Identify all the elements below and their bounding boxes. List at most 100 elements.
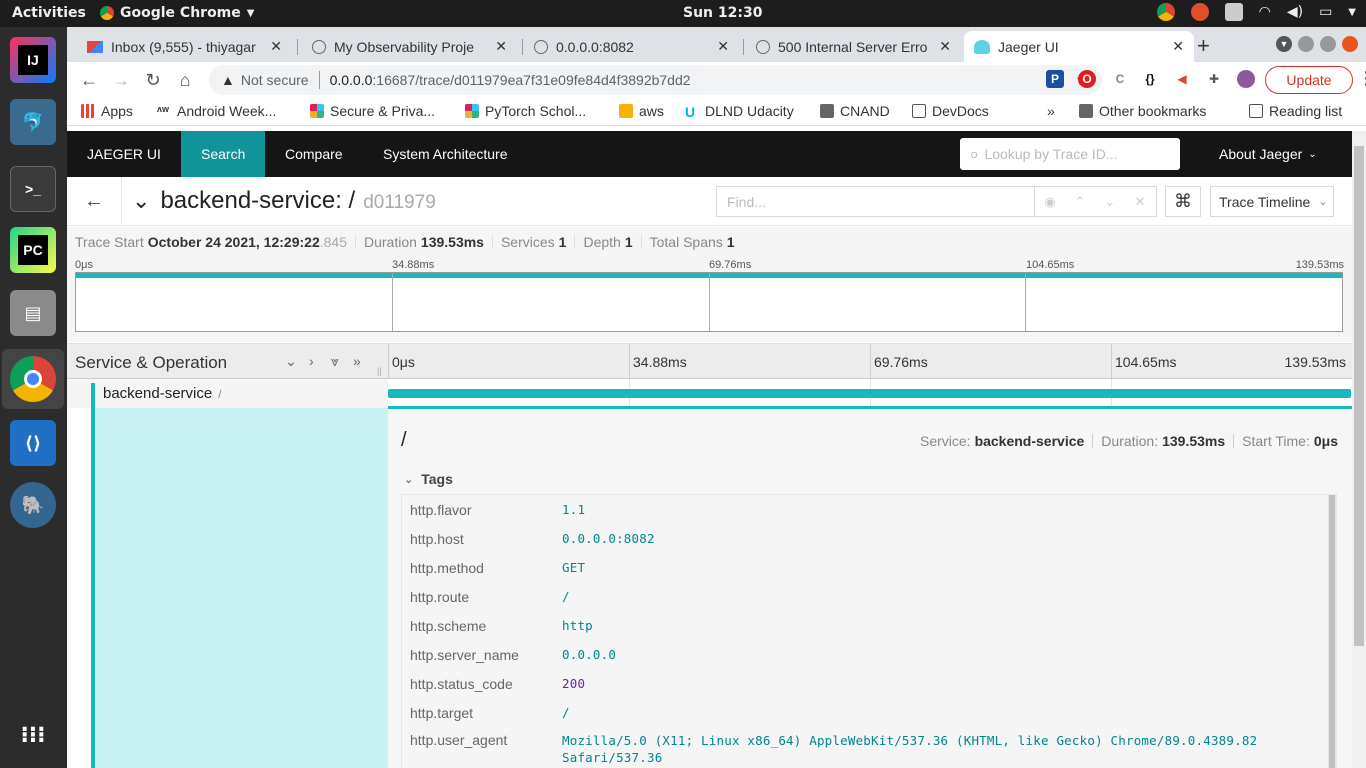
find-locate-icon[interactable]: ◉ — [1035, 194, 1065, 210]
minimap-canvas[interactable] — [75, 272, 1343, 332]
tag-row[interactable]: http.method GET — [402, 553, 1328, 582]
collapse-chevron-icon[interactable]: ⌄ — [132, 188, 150, 214]
intellij-icon[interactable]: IJ — [10, 37, 56, 83]
view-select[interactable]: Trace Timeline ⌄ — [1210, 186, 1334, 217]
vscode-icon[interactable]: ⟨⟩ — [10, 420, 56, 466]
tab-500-error[interactable]: 500 Internal Server Erro ✕ — [746, 31, 961, 62]
tag-row[interactable]: http.server_name 0.0.0.0 — [402, 640, 1328, 669]
activities-button[interactable]: Activities — [12, 5, 86, 21]
files-icon[interactable]: ▤ — [10, 290, 56, 336]
battery-icon[interactable]: ▭ — [1319, 4, 1332, 20]
bookmarks-overflow[interactable]: » — [1047, 103, 1055, 119]
close-icon[interactable]: ✕ — [270, 38, 282, 55]
close-icon[interactable]: ✕ — [717, 38, 729, 55]
tags-scrollbar[interactable] — [1328, 495, 1336, 768]
update-button[interactable]: Update — [1265, 66, 1353, 94]
back-arrow-icon[interactable]: ← — [77, 68, 101, 92]
show-apps-icon[interactable]: ⁝⁝⁝ — [10, 712, 56, 758]
tag-row[interactable]: http.route / — [402, 582, 1328, 611]
collapse-all-icon[interactable]: ⩔ — [331, 353, 339, 370]
forward-arrow-icon[interactable]: → — [109, 68, 133, 92]
new-tab-button[interactable]: + — [1197, 33, 1210, 59]
bookmark-aws[interactable]: aws — [619, 103, 664, 119]
find-input[interactable] — [717, 187, 1035, 216]
expand-one-icon[interactable]: › — [309, 353, 314, 369]
page-scrollbar[interactable] — [1352, 131, 1366, 768]
bookmark-pytorch[interactable]: PyTorch Schol... — [465, 103, 586, 119]
bookmark-devdocs[interactable]: DevDocs — [912, 103, 989, 119]
chrome-tray-icon[interactable] — [1156, 3, 1175, 21]
address-bar[interactable]: ▲ Not secure 0.0.0.0:16687/trace/d011979… — [209, 65, 1102, 95]
find-clear-icon[interactable]: ✕ — [1125, 194, 1155, 210]
chrome-dock-icon[interactable] — [10, 356, 56, 402]
find-prev-icon[interactable]: ⌃ — [1065, 194, 1095, 210]
keyboard-shortcuts-button[interactable]: ⌘ — [1165, 186, 1201, 217]
span-service-name[interactable]: backend-service / — [103, 385, 222, 402]
tag-row[interactable]: http.status_code 200 — [402, 669, 1328, 698]
nav-search[interactable]: Search — [181, 131, 266, 177]
reading-list[interactable]: Reading list — [1249, 103, 1342, 119]
tag-row[interactable]: http.host 0.0.0.0:8082 — [402, 524, 1328, 553]
bookmark-android-weekly[interactable]: ʌw Android Week... — [157, 103, 276, 119]
close-icon[interactable]: ✕ — [1172, 38, 1184, 55]
bookmark-apps[interactable]: Apps — [81, 103, 133, 119]
tab-jaeger-ui[interactable]: Jaeger UI ✕ — [964, 31, 1194, 62]
scrollbar-thumb[interactable] — [1329, 495, 1335, 768]
jaeger-brand-link[interactable]: JAEGER UI — [67, 131, 181, 177]
maximize-icon[interactable] — [1320, 36, 1336, 52]
trace-title[interactable]: ⌄ backend-service: / d011979 — [132, 187, 436, 215]
extension-c-icon[interactable]: C — [1111, 70, 1129, 88]
tag-row[interactable]: http.user_agent Mozilla/5.0 (X11; Linux x… — [402, 727, 1328, 768]
volume-icon[interactable]: ◀) — [1287, 4, 1303, 20]
extension-p-icon[interactable]: P — [1046, 70, 1064, 88]
bookmark-dlnd-udacity[interactable]: U DLND Udacity — [685, 103, 794, 120]
column-resizer[interactable]: || — [377, 366, 382, 376]
bookmark-secure-private[interactable]: Secure & Priva... — [310, 103, 435, 119]
home-icon[interactable]: ⌂ — [173, 68, 197, 92]
trace-id-lookup-input[interactable] — [984, 146, 1165, 162]
minimize-icon[interactable] — [1298, 36, 1314, 52]
trace-minimap[interactable]: 0μs 34.88ms 69.76ms 104.65ms 139.53ms — [67, 257, 1352, 342]
security-label[interactable]: Not secure — [241, 72, 309, 88]
find-next-icon[interactable]: ⌄ — [1095, 194, 1125, 210]
close-window-icon[interactable] — [1342, 36, 1358, 52]
clock[interactable]: Sun 12:30 — [683, 5, 762, 21]
pgadmin-icon[interactable]: 🐘 — [10, 482, 56, 528]
tags-section-toggle[interactable]: ⌄ Tags — [404, 471, 453, 487]
tab-gmail[interactable]: Inbox (9,555) - thiyagar ✕ — [77, 31, 292, 62]
tag-row[interactable]: http.scheme http — [402, 611, 1328, 640]
bookmark-other[interactable]: Other bookmarks — [1079, 103, 1206, 119]
system-tray[interactable]: ◠ ◀) ▭ ▼ — [1156, 3, 1356, 21]
tag-row[interactable]: http.target / — [402, 698, 1328, 727]
back-button[interactable]: ← — [67, 177, 122, 226]
tab-observability[interactable]: My Observability Proje ✕ — [302, 31, 517, 62]
scrollbar-thumb[interactable] — [1354, 146, 1364, 646]
tab-search-icon[interactable]: ▼ — [1276, 36, 1292, 52]
span-name-cell[interactable]: backend-service / — [67, 379, 388, 408]
close-icon[interactable]: ✕ — [495, 38, 507, 55]
power-menu-chevron-icon[interactable]: ▼ — [1348, 7, 1356, 18]
span-row[interactable]: backend-service / — [67, 379, 1352, 408]
collapse-one-icon[interactable]: ⌄ — [285, 353, 297, 370]
extensions-puzzle-icon[interactable]: ✚ — [1205, 70, 1223, 88]
alarm-icon[interactable] — [1190, 3, 1209, 21]
bookmark-cnand[interactable]: CNAND — [820, 103, 890, 119]
pycharm-icon[interactable]: PC — [10, 227, 56, 273]
profile-avatar[interactable] — [1237, 70, 1255, 88]
app-menu[interactable]: Google Chrome ▼ — [100, 5, 254, 21]
chrome-menu-icon[interactable]: ⋮ — [1357, 68, 1366, 89]
extension-megaphone-icon[interactable]: ◀ — [1173, 70, 1191, 88]
nav-compare[interactable]: Compare — [265, 131, 363, 177]
reload-icon[interactable]: ↻ — [141, 68, 165, 92]
extension-opera-icon[interactable]: O — [1078, 70, 1096, 88]
trace-id-lookup[interactable]: ○ — [960, 138, 1180, 170]
mysql-workbench-icon[interactable]: 🐬 — [10, 99, 56, 145]
nav-system-architecture[interactable]: System Architecture — [363, 131, 528, 177]
about-jaeger-menu[interactable]: About Jaeger ⌄ — [1199, 131, 1337, 177]
tab-localhost-8082[interactable]: 0.0.0.0:8082 ✕ — [524, 31, 739, 62]
warning-icon[interactable]: ▲ — [221, 72, 235, 88]
wifi-icon[interactable]: ◠ — [1259, 4, 1271, 20]
close-icon[interactable]: ✕ — [939, 38, 951, 55]
expand-all-icon[interactable]: » — [353, 353, 361, 369]
clipboard-icon[interactable] — [1224, 3, 1243, 21]
